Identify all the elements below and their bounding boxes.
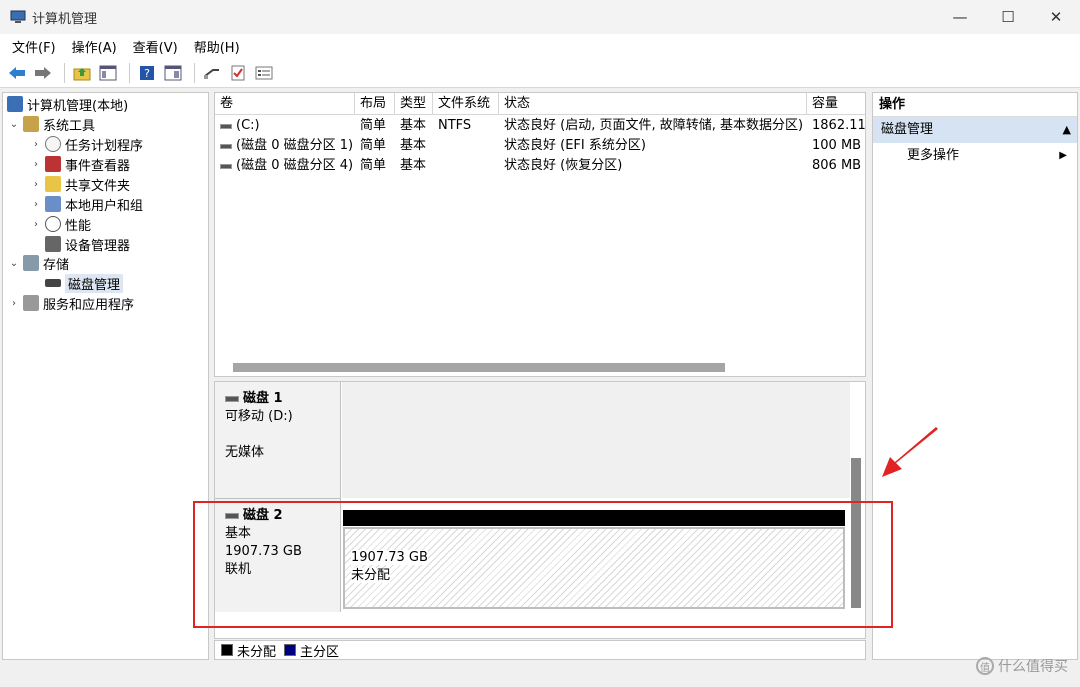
- volume-list-header: 卷 布局 类型 文件系统 状态 容量: [215, 93, 865, 115]
- chevron-right-icon[interactable]: ›: [29, 139, 43, 150]
- tree-item-task-scheduler[interactable]: › 任务计划程序: [29, 134, 143, 154]
- clock-icon: [45, 136, 61, 152]
- help-icon[interactable]: ?: [136, 62, 158, 84]
- chevron-right-icon[interactable]: ›: [29, 179, 43, 190]
- shared-folder-icon: [45, 176, 61, 192]
- toolbar: ?: [0, 58, 1080, 88]
- menu-help[interactable]: 帮助(H): [186, 37, 248, 56]
- tools-icon: [23, 116, 39, 132]
- tree-item-computer-management[interactable]: 计算机管理(本地): [5, 94, 128, 114]
- table-row[interactable]: (磁盘 0 磁盘分区 1) 简单 基本 状态良好 (EFI 系统分区) 100 …: [215, 136, 865, 156]
- title-bar: 计算机管理 — ☐ ✕: [0, 0, 1080, 34]
- column-header-status[interactable]: 状态: [499, 93, 807, 115]
- column-header-type[interactable]: 类型: [395, 93, 433, 115]
- legend-swatch-unallocated: [221, 644, 233, 656]
- red-highlight-box: [193, 501, 893, 628]
- minimize-button[interactable]: —: [936, 0, 984, 34]
- forward-arrow-icon[interactable]: [32, 62, 54, 84]
- close-button[interactable]: ✕: [1032, 0, 1080, 34]
- event-viewer-icon: [45, 156, 61, 172]
- chevron-right-icon[interactable]: ›: [29, 159, 43, 170]
- toolbar-separator: [129, 62, 130, 83]
- status-bar: [0, 662, 1080, 687]
- properties-icon[interactable]: [253, 62, 275, 84]
- maximize-button[interactable]: ☐: [984, 0, 1032, 34]
- column-header-layout[interactable]: 布局: [355, 93, 395, 115]
- chevron-right-icon[interactable]: ›: [7, 298, 21, 309]
- watermark-logo-icon: 值: [976, 657, 994, 675]
- volume-icon: [220, 143, 232, 149]
- watermark: 值 什么值得买: [976, 656, 1068, 676]
- legend-primary-label: 主分区: [300, 644, 340, 660]
- users-icon: [45, 196, 61, 212]
- menu-bar: 文件(F) 操作(A) 查看(V) 帮助(H): [0, 34, 1080, 58]
- volume-icon: [220, 123, 232, 129]
- chevron-right-icon[interactable]: ›: [29, 199, 43, 210]
- tree-item-storage[interactable]: ⌄ 存储: [7, 253, 69, 273]
- toolbar-separator: [194, 62, 195, 83]
- tree-item-performance[interactable]: › 性能: [29, 214, 91, 234]
- column-header-volume[interactable]: 卷: [215, 93, 355, 115]
- up-folder-icon[interactable]: [71, 62, 93, 84]
- legend: 未分配 主分区: [214, 640, 866, 660]
- actions-pane: 操作 磁盘管理 ▲ 更多操作 ▶: [872, 92, 1078, 660]
- computer-management-icon: [7, 96, 23, 112]
- chevron-right-icon: ▶: [1059, 150, 1067, 161]
- actions-section-disk-management[interactable]: 磁盘管理 ▲: [873, 117, 1077, 143]
- disk1-empty-area: [342, 382, 850, 498]
- disk1-label[interactable]: 磁盘 1 可移动 (D:) 无媒体: [215, 382, 341, 498]
- red-arrow-icon: [882, 427, 938, 477]
- tree-item-device-manager[interactable]: 设备管理器: [43, 234, 130, 254]
- console-tree-icon[interactable]: [97, 62, 119, 84]
- tree-item-system-tools[interactable]: ⌄ 系统工具: [7, 114, 95, 134]
- tree-item-event-viewer[interactable]: › 事件查看器: [29, 154, 130, 174]
- volume-list: 卷 布局 类型 文件系统 状态 容量 (C:) 简单 基本 NTFS 状态良好 …: [214, 92, 866, 377]
- actions-header: 操作: [873, 93, 1077, 117]
- tree-item-shared-folders[interactable]: › 共享文件夹: [29, 174, 130, 194]
- checklist-icon[interactable]: [227, 62, 249, 84]
- horizontal-scrollbar[interactable]: [215, 359, 865, 376]
- table-row[interactable]: (C:) 简单 基本 NTFS 状态良好 (启动, 页面文件, 故障转储, 基本…: [215, 116, 865, 136]
- table-row[interactable]: (磁盘 0 磁盘分区 4) 简单 基本 状态良好 (恢复分区) 806 MB: [215, 156, 865, 176]
- svg-text:?: ?: [144, 67, 150, 80]
- chevron-down-icon[interactable]: ⌄: [7, 258, 21, 269]
- menu-file[interactable]: 文件(F): [4, 37, 64, 56]
- toolbar-separator: [64, 62, 65, 83]
- disk-icon: [45, 279, 61, 287]
- services-icon: [23, 295, 39, 311]
- back-arrow-icon[interactable]: [6, 62, 28, 84]
- column-header-capacity[interactable]: 容量: [807, 93, 865, 115]
- show-pane-icon[interactable]: [162, 62, 184, 84]
- performance-icon: [45, 216, 61, 232]
- console-tree: 计算机管理(本地) ⌄ 系统工具 › 任务计划程序 › 事件查看器 › 共享文件…: [2, 92, 209, 660]
- chevron-right-icon[interactable]: ›: [29, 219, 43, 230]
- tree-item-local-users-groups[interactable]: › 本地用户和组: [29, 194, 143, 214]
- tree-item-disk-management[interactable]: 磁盘管理: [43, 273, 124, 293]
- collapse-triangle-icon[interactable]: ▲: [1063, 117, 1071, 143]
- volume-icon: [220, 163, 232, 169]
- window-title: 计算机管理: [32, 11, 98, 27]
- disk-icon: [225, 396, 239, 402]
- legend-swatch-primary: [284, 644, 297, 656]
- computer-management-icon: [10, 9, 26, 25]
- legend-unallocated-label: 未分配: [237, 644, 277, 660]
- storage-icon: [23, 255, 39, 271]
- connect-icon[interactable]: [201, 62, 223, 84]
- chevron-down-icon[interactable]: ⌄: [7, 119, 21, 130]
- more-actions-item[interactable]: 更多操作 ▶: [873, 143, 1077, 169]
- device-manager-icon: [45, 236, 61, 252]
- scrollbar-thumb[interactable]: [233, 363, 725, 372]
- tree-item-services-apps[interactable]: › 服务和应用程序: [7, 293, 134, 313]
- menu-action[interactable]: 操作(A): [64, 37, 125, 56]
- column-header-filesystem[interactable]: 文件系统: [433, 93, 499, 115]
- menu-view[interactable]: 查看(V): [125, 37, 186, 56]
